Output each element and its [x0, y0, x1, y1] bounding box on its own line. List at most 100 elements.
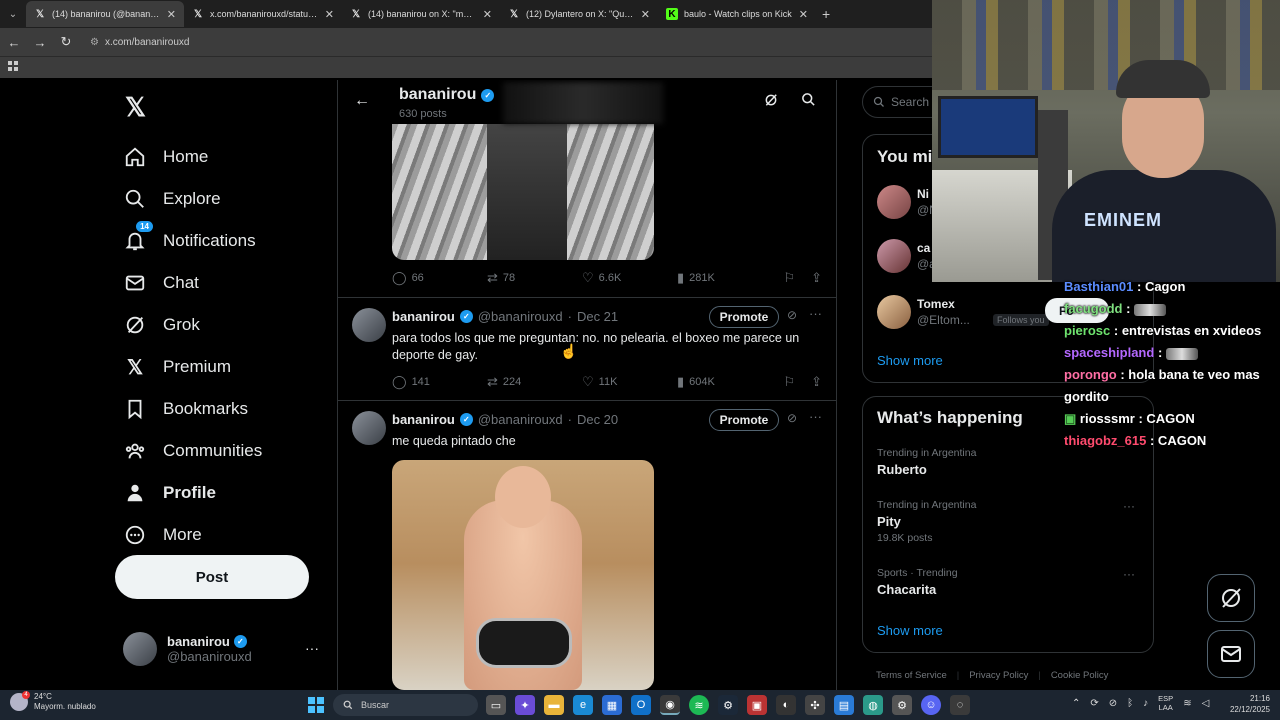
weather-widget[interactable]: 4 24°C Mayorm. nublado	[10, 691, 96, 712]
post-button[interactable]: Post	[115, 555, 309, 599]
volume-icon[interactable]: ◁	[1202, 698, 1210, 709]
mic-icon[interactable]: ♪	[1143, 698, 1148, 709]
reload-icon[interactable]: ↻	[58, 34, 74, 50]
author-handle[interactable]: @bananirouxd	[478, 412, 563, 427]
browser-tab[interactable]: 𝕏 (14) bananirou (@bananirouxd) ✕	[26, 1, 184, 27]
sync-icon[interactable]: ⟳	[1090, 698, 1098, 709]
author-name[interactable]: bananirou	[392, 309, 455, 324]
share-icon[interactable]: ⇪	[811, 270, 822, 286]
grok-icon[interactable]: ⊘	[787, 411, 797, 425]
more-icon[interactable]: ···	[1123, 567, 1135, 581]
nav-item-grok[interactable]: Grok	[123, 304, 262, 346]
bookmark-icon[interactable]: ⚐	[783, 374, 795, 390]
back-icon[interactable]: ←	[6, 35, 22, 50]
browser-tab[interactable]: 𝕏 x.com/bananirouxd/status/2003 ✕	[184, 1, 342, 27]
chevron-up-icon[interactable]: ⌃	[1072, 698, 1080, 709]
reply-button[interactable]: ◯ 66	[392, 270, 487, 286]
url-field[interactable]: ⚙ x.com/bananirouxd	[90, 37, 189, 48]
close-tab-icon[interactable]: ✕	[641, 8, 650, 21]
more-icon[interactable]: ···	[305, 640, 319, 656]
browser-tab[interactable]: K baulo - Watch clips on Kick ✕	[658, 1, 816, 27]
more-icon[interactable]: ···	[1123, 499, 1135, 513]
chrome-icon[interactable]: ◉	[660, 695, 680, 715]
like-button[interactable]: ♡ 11K	[582, 374, 677, 390]
nav-item-bookmarks[interactable]: Bookmarks	[123, 388, 262, 430]
tweet-image[interactable]	[392, 124, 654, 260]
promote-button[interactable]: Promote	[709, 409, 779, 431]
reply-button[interactable]: ◯ 141	[392, 374, 487, 390]
account-switcher[interactable]: bananirou ✓ @bananirouxd ···	[123, 632, 333, 666]
show-more-link[interactable]: Show more	[877, 623, 943, 638]
trend-item[interactable]: Sports · Trending Chacarita ···	[877, 567, 1143, 597]
show-more-link[interactable]: Show more	[877, 353, 943, 368]
steam-icon[interactable]: ⚙	[718, 695, 738, 715]
footer-link-cookies[interactable]: Cookie Policy	[1051, 670, 1109, 681]
apps-icon[interactable]	[8, 61, 18, 71]
task-view-icon[interactable]: ▭	[486, 695, 506, 715]
taskbar-search[interactable]: Buscar	[333, 694, 478, 716]
app-icon[interactable]: ◐	[776, 695, 796, 715]
search-icon[interactable]	[801, 92, 816, 110]
nav-item-communities[interactable]: Communities	[123, 430, 262, 472]
browser-tab[interactable]: 𝕏 (14) bananirou on X: "me qued ✕	[342, 1, 500, 27]
windows-start-icon[interactable]	[308, 697, 324, 713]
app-icon[interactable]: ▣	[747, 695, 767, 715]
share-icon[interactable]: ⇪	[811, 374, 822, 390]
nav-item-explore[interactable]: Explore	[123, 178, 262, 220]
copilot-icon[interactable]: ✦	[515, 695, 535, 715]
like-button[interactable]: ♡ 6.6K	[582, 270, 677, 286]
grok-icon[interactable]	[764, 93, 778, 110]
trend-item[interactable]: Trending in Argentina Pity 19.8K posts ·…	[877, 499, 1143, 544]
grok-fab-button[interactable]	[1207, 574, 1255, 622]
new-tab-icon[interactable]: +	[822, 6, 830, 22]
outlook-icon[interactable]: O	[631, 695, 651, 715]
tweet-image[interactable]	[392, 460, 654, 690]
bluetooth-icon[interactable]: ᛒ	[1127, 698, 1133, 709]
close-tab-icon[interactable]: ✕	[483, 8, 492, 21]
network-off-icon[interactable]: ⊘	[1109, 698, 1117, 709]
store-icon[interactable]: ▦	[602, 695, 622, 715]
nav-item-chat[interactable]: Chat	[123, 262, 262, 304]
avatar[interactable]	[352, 308, 386, 342]
settings-icon[interactable]: ⚙	[892, 695, 912, 715]
views-button[interactable]: ▮ 604K	[677, 374, 772, 390]
nav-item-profile[interactable]: Profile	[123, 472, 262, 514]
tab-search-icon[interactable]: ⌄	[0, 0, 26, 28]
footer-link-privacy[interactable]: Privacy Policy	[969, 670, 1028, 681]
clock[interactable]: 21:16 22/12/2025	[1230, 693, 1270, 715]
author-name[interactable]: bananirou	[392, 412, 455, 427]
nav-item-home[interactable]: Home	[123, 136, 262, 178]
x-logo-icon[interactable]: 𝕏	[125, 92, 146, 123]
nav-item-notifications[interactable]: 14 Notifications	[123, 220, 262, 262]
tweet-date[interactable]: Dec 20	[577, 412, 618, 427]
repost-button[interactable]: ⇄ 224	[487, 374, 582, 390]
edge-icon[interactable]: e	[573, 695, 593, 715]
promote-button[interactable]: Promote	[709, 306, 779, 328]
grok-icon[interactable]: ⊘	[787, 308, 797, 322]
app-icon[interactable]: ✣	[805, 695, 825, 715]
browser-tab[interactable]: 𝕏 (12) Dylantero on X: "Que veng ✕	[500, 1, 658, 27]
app-icon[interactable]: ◌	[950, 695, 970, 715]
nav-item-premium[interactable]: 𝕏 Premium	[123, 346, 262, 388]
wifi-icon[interactable]: ≋	[1183, 698, 1191, 709]
more-icon[interactable]: ···	[809, 306, 822, 321]
back-arrow-icon[interactable]: ←	[354, 92, 370, 110]
spotify-icon[interactable]: ≋	[689, 695, 709, 715]
nav-item-more[interactable]: More	[123, 514, 262, 556]
language-indicator[interactable]: ESP LAA	[1158, 694, 1173, 712]
discord-icon[interactable]: ☺	[921, 695, 941, 715]
bookmark-icon[interactable]: ⚐	[783, 270, 795, 286]
site-info-icon[interactable]: ⚙	[90, 37, 99, 48]
messages-fab-button[interactable]	[1207, 630, 1255, 678]
more-icon[interactable]: ···	[809, 409, 822, 424]
file-explorer-icon[interactable]: ▬	[544, 695, 564, 715]
repost-button[interactable]: ⇄ 78	[487, 270, 582, 286]
views-button[interactable]: ▮ 281K	[677, 270, 772, 286]
close-tab-icon[interactable]: ✕	[325, 8, 334, 21]
close-tab-icon[interactable]: ✕	[799, 8, 808, 21]
tweet-date[interactable]: Dec 21	[577, 309, 618, 324]
footer-link-terms[interactable]: Terms of Service	[876, 670, 947, 681]
avatar[interactable]	[352, 411, 386, 445]
author-handle[interactable]: @bananirouxd	[478, 309, 563, 324]
app-icon[interactable]: ◍	[863, 695, 883, 715]
